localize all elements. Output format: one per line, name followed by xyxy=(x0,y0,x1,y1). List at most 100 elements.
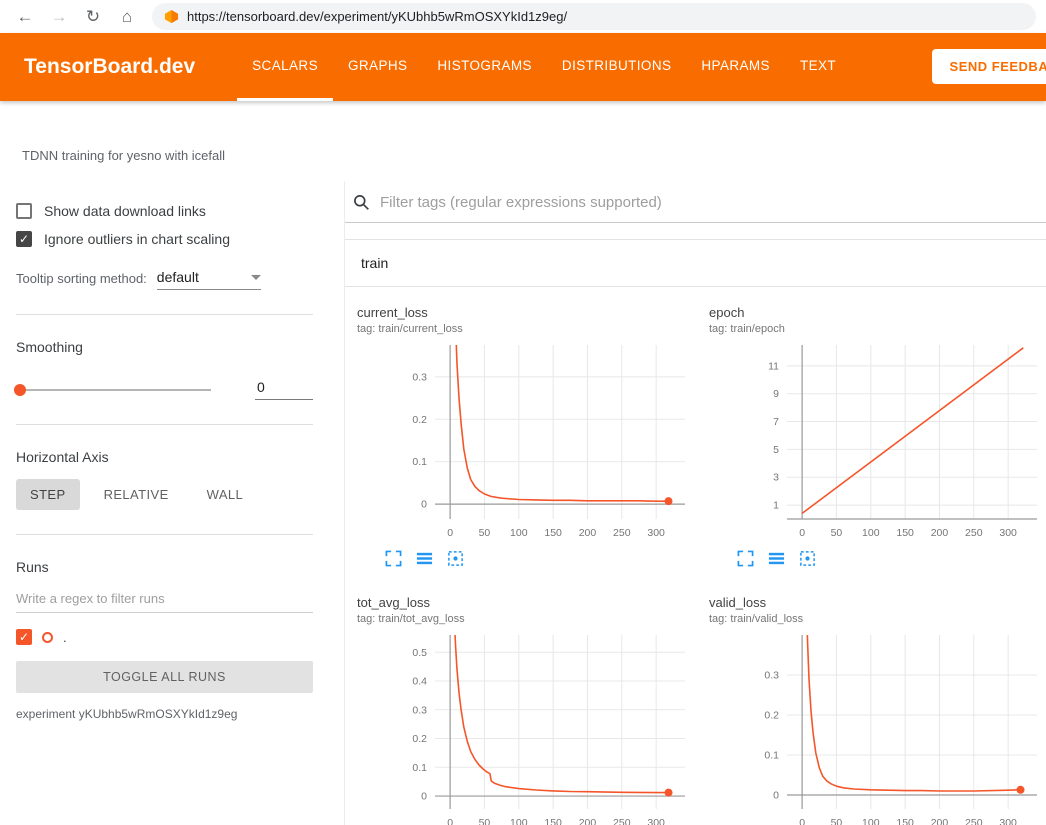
ignore-outliers-checkbox[interactable]: ✓ xyxy=(16,231,32,247)
svg-text:1: 1 xyxy=(773,500,779,512)
check-icon: ✓ xyxy=(19,232,29,246)
chart-tag: tag: train/current_loss xyxy=(357,323,697,335)
reload-icon[interactable]: ↻ xyxy=(78,8,108,25)
run-row[interactable]: ✓ . xyxy=(16,629,313,645)
line-chart[interactable]: 05010015020025030000.10.20.3 xyxy=(357,339,693,545)
svg-text:0: 0 xyxy=(421,791,427,803)
fit-domain-icon[interactable] xyxy=(447,550,464,567)
svg-text:11: 11 xyxy=(768,360,779,372)
section-title[interactable]: train xyxy=(345,240,1046,287)
chart-title: current_loss xyxy=(357,305,697,320)
ignore-outliers-label: Ignore outliers in chart scaling xyxy=(44,231,230,247)
tab-hparams[interactable]: HPARAMS xyxy=(686,33,785,101)
chart-tag: tag: train/valid_loss xyxy=(709,613,1046,625)
send-feedback-button[interactable]: SEND FEEDBACK xyxy=(932,49,1046,84)
svg-text:0.2: 0.2 xyxy=(412,733,427,745)
svg-text:100: 100 xyxy=(510,527,528,539)
svg-text:3: 3 xyxy=(773,472,779,484)
svg-text:100: 100 xyxy=(862,817,880,825)
svg-text:150: 150 xyxy=(544,817,562,825)
content: ✓ Show data download links ✓ Ignore outl… xyxy=(0,181,1046,825)
data-table-icon[interactable] xyxy=(416,550,433,567)
tab-text[interactable]: TEXT xyxy=(785,33,851,101)
axis-relative-button[interactable]: RELATIVE xyxy=(90,479,183,510)
tooltip-sorting-select[interactable]: default xyxy=(157,269,261,290)
run-checkbox[interactable]: ✓ xyxy=(16,629,32,645)
svg-text:0.2: 0.2 xyxy=(764,710,779,722)
svg-text:150: 150 xyxy=(896,527,914,539)
smoothing-slider-row: 0 xyxy=(16,379,313,400)
tab-graphs[interactable]: GRAPHS xyxy=(333,33,422,101)
line-chart[interactable]: 05010015020025030000.10.20.3 xyxy=(709,629,1045,825)
tab-scalars[interactable]: SCALARS xyxy=(237,33,333,101)
tooltip-sorting-value: default xyxy=(157,269,199,285)
svg-text:0: 0 xyxy=(799,527,805,539)
line-chart[interactable]: 0501001502002503001357911 xyxy=(709,339,1045,545)
chart-tag: tag: train/tot_avg_loss xyxy=(357,613,697,625)
show-download-links-checkbox[interactable]: ✓ xyxy=(16,203,32,219)
forward-icon[interactable]: → xyxy=(44,8,74,25)
svg-text:300: 300 xyxy=(647,527,665,539)
svg-text:7: 7 xyxy=(773,416,779,428)
ignore-outliers-row[interactable]: ✓ Ignore outliers in chart scaling xyxy=(16,231,313,247)
svg-text:5: 5 xyxy=(773,444,779,456)
svg-text:50: 50 xyxy=(479,527,491,539)
svg-text:9: 9 xyxy=(773,388,779,400)
show-download-links-row[interactable]: ✓ Show data download links xyxy=(16,203,313,219)
svg-text:0: 0 xyxy=(773,790,779,802)
runs-label: Runs xyxy=(16,559,313,575)
svg-text:150: 150 xyxy=(896,817,914,825)
svg-text:0.4: 0.4 xyxy=(412,676,427,688)
chevron-down-icon xyxy=(251,275,261,280)
svg-text:0.1: 0.1 xyxy=(764,750,779,762)
svg-text:100: 100 xyxy=(510,817,528,825)
tooltip-sorting-row: Tooltip sorting method: default xyxy=(16,269,313,290)
svg-text:0: 0 xyxy=(447,817,453,825)
svg-text:0.1: 0.1 xyxy=(412,762,427,774)
show-download-links-label: Show data download links xyxy=(44,203,206,219)
browser-chrome: ← → ↻ ⌂ https://tensorboard.dev/experime… xyxy=(0,0,1046,33)
svg-text:250: 250 xyxy=(613,527,631,539)
svg-text:250: 250 xyxy=(965,527,983,539)
svg-text:50: 50 xyxy=(831,527,843,539)
svg-text:200: 200 xyxy=(579,817,597,825)
runs-filter-input[interactable] xyxy=(16,585,313,613)
experiment-description: TDNN training for yesno with icefall xyxy=(0,101,1046,181)
smoothing-slider[interactable] xyxy=(16,389,211,391)
tab-distributions[interactable]: DISTRIBUTIONS xyxy=(547,33,686,101)
svg-text:0.3: 0.3 xyxy=(412,704,427,716)
svg-text:0.3: 0.3 xyxy=(412,371,427,383)
svg-text:150: 150 xyxy=(544,527,562,539)
chart-toolbar xyxy=(737,550,1046,567)
scalars-panel: train current_loss tag: train/current_lo… xyxy=(345,181,1046,825)
divider xyxy=(16,534,313,535)
tab-histograms[interactable]: HISTOGRAMS xyxy=(422,33,547,101)
data-table-icon[interactable] xyxy=(768,550,785,567)
divider xyxy=(16,424,313,425)
smoothing-value-field[interactable]: 0 xyxy=(255,379,313,400)
slider-thumb[interactable] xyxy=(14,384,26,396)
fit-domain-icon[interactable] xyxy=(799,550,816,567)
svg-text:250: 250 xyxy=(965,817,983,825)
run-name: . xyxy=(63,630,67,645)
address-bar[interactable]: https://tensorboard.dev/experiment/yKUbh… xyxy=(152,3,1036,30)
chart-title: epoch xyxy=(709,305,1046,320)
line-chart[interactable]: 05010015020025030000.10.20.30.40.5 xyxy=(357,629,693,825)
axis-step-button[interactable]: STEP xyxy=(16,479,80,510)
axis-wall-button[interactable]: WALL xyxy=(193,479,258,510)
expand-chart-icon[interactable] xyxy=(737,550,754,567)
main-nav: SCALARS GRAPHS HISTOGRAMS DISTRIBUTIONS … xyxy=(237,33,851,101)
expand-chart-icon[interactable] xyxy=(385,550,402,567)
svg-text:0.3: 0.3 xyxy=(764,670,779,682)
svg-text:50: 50 xyxy=(479,817,491,825)
filter-tags-input[interactable] xyxy=(378,193,1036,212)
back-icon[interactable]: ← xyxy=(10,8,40,25)
svg-text:300: 300 xyxy=(999,817,1017,825)
train-section-card: train current_loss tag: train/current_lo… xyxy=(345,239,1046,825)
home-icon[interactable]: ⌂ xyxy=(112,8,142,25)
chart-title: valid_loss xyxy=(709,595,1046,610)
svg-text:250: 250 xyxy=(613,817,631,825)
horizontal-axis-label: Horizontal Axis xyxy=(16,449,313,465)
settings-sidebar: ✓ Show data download links ✓ Ignore outl… xyxy=(0,181,345,825)
toggle-all-runs-button[interactable]: TOGGLE ALL RUNS xyxy=(16,661,313,693)
